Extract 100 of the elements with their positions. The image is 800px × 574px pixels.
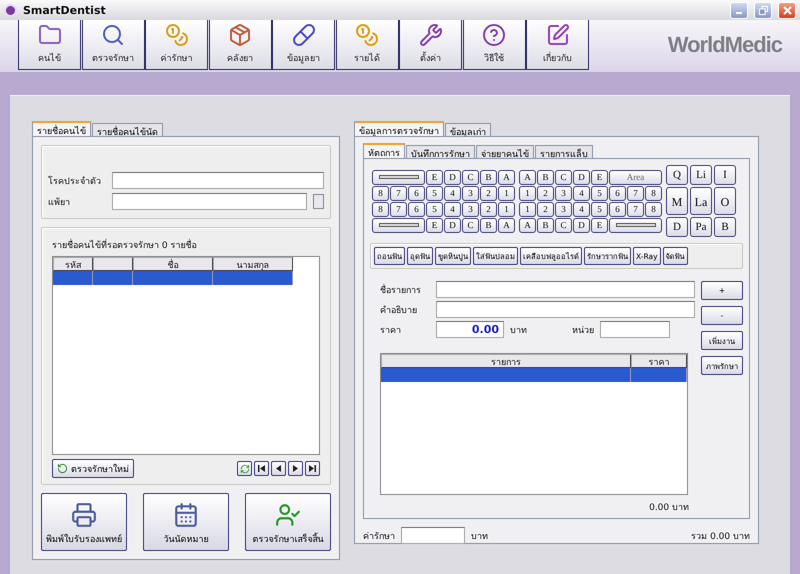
column-header[interactable]: รหัส xyxy=(53,257,93,271)
tooth-key[interactable]: 2 xyxy=(537,202,554,216)
tooth-key[interactable]: 1 xyxy=(498,202,515,216)
refresh-button[interactable] xyxy=(237,461,252,476)
tooth-key[interactable]: 7 xyxy=(627,202,644,216)
input-field[interactable] xyxy=(112,172,324,189)
input-field[interactable] xyxy=(600,321,670,338)
tooth-bar-key[interactable] xyxy=(609,218,662,232)
tooth-key[interactable]: 6 xyxy=(408,202,425,216)
tooth-key[interactable]: 3 xyxy=(555,202,572,216)
toolbar-button[interactable]: ค่ารักษา xyxy=(145,20,208,70)
price-field[interactable]: 0.00 xyxy=(436,321,504,338)
tooth-key[interactable]: 3 xyxy=(555,186,572,200)
tooth-key[interactable]: 6 xyxy=(609,202,626,216)
tooth-key[interactable]: C xyxy=(555,170,572,184)
tooth-key[interactable]: 8 xyxy=(372,186,389,200)
spin-button[interactable] xyxy=(313,194,324,209)
surface-key[interactable]: O xyxy=(714,187,736,215)
tooth-key[interactable]: B xyxy=(480,170,497,184)
tab[interactable]: รายการแล็บ xyxy=(535,145,593,158)
tooth-key[interactable]: C xyxy=(462,170,479,184)
tooth-key[interactable]: 7 xyxy=(627,186,644,200)
tooth-key[interactable]: 6 xyxy=(408,186,425,200)
tooth-key[interactable]: D xyxy=(444,170,461,184)
fee-field[interactable] xyxy=(401,527,465,544)
tooth-key[interactable]: 4 xyxy=(573,202,590,216)
surface-key[interactable]: B xyxy=(714,217,736,237)
tab[interactable]: รายชื่อคนไข้ xyxy=(32,121,91,136)
surface-key[interactable]: Q xyxy=(666,165,688,185)
surface-key[interactable]: M xyxy=(666,187,688,215)
tooth-key[interactable]: B xyxy=(537,218,554,232)
tooth-key[interactable]: B xyxy=(537,170,554,184)
action-button[interactable]: วันนัดหมาย xyxy=(143,493,229,551)
tooth-key[interactable]: E xyxy=(591,170,608,184)
tooth-key[interactable]: 6 xyxy=(609,186,626,200)
tooth-key[interactable]: D xyxy=(444,218,461,232)
tab[interactable]: รายชื่อคนไข้นัด xyxy=(92,123,163,136)
column-header[interactable] xyxy=(93,257,133,271)
tooth-key[interactable]: 4 xyxy=(573,186,590,200)
tooth-key[interactable]: 1 xyxy=(519,186,536,200)
tooth-key[interactable]: A xyxy=(519,218,536,232)
surface-key[interactable]: I xyxy=(714,165,736,185)
tooth-key[interactable]: A xyxy=(498,170,515,184)
toolbar-button[interactable]: ตรวจรักษา xyxy=(82,20,144,70)
tooth-key[interactable]: 5 xyxy=(591,186,608,200)
area-key[interactable]: Area xyxy=(609,170,662,184)
column-header[interactable]: รายการ xyxy=(381,354,631,368)
tooth-key[interactable]: 1 xyxy=(519,202,536,216)
tooth-key[interactable]: 1 xyxy=(498,186,515,200)
tooth-key[interactable]: E xyxy=(426,218,443,232)
tooth-key[interactable]: 8 xyxy=(645,186,662,200)
last-page-button[interactable] xyxy=(305,461,320,476)
tab[interactable]: หัตถการ xyxy=(363,143,405,158)
tooth-key[interactable]: C xyxy=(462,218,479,232)
tooth-key[interactable]: 8 xyxy=(645,202,662,216)
minimize-button[interactable] xyxy=(730,2,748,18)
new-exam-button[interactable]: ตรวจรักษาใหม่ xyxy=(52,459,134,478)
toolbar-button[interactable]: คลังยา xyxy=(208,20,272,70)
surface-key[interactable]: D xyxy=(666,217,688,237)
surface-key[interactable]: La xyxy=(690,187,712,215)
surface-key[interactable]: Li xyxy=(690,165,712,185)
tooth-key[interactable]: 5 xyxy=(426,202,443,216)
toolbar-button[interactable]: เกี่ยวกับ xyxy=(526,20,589,70)
tooth-bar-key[interactable] xyxy=(372,170,425,184)
input-field[interactable] xyxy=(436,281,695,298)
toolbar-button[interactable]: รายได้ xyxy=(336,20,398,70)
tooth-key[interactable]: A xyxy=(498,218,515,232)
tooth-key[interactable]: 4 xyxy=(444,186,461,200)
tooth-key[interactable]: 7 xyxy=(390,202,407,216)
input-field[interactable] xyxy=(436,301,695,318)
prev-page-button[interactable] xyxy=(271,461,286,476)
toolbar-button[interactable]: คนไข้ xyxy=(18,20,81,70)
toolbar-button[interactable]: ข้อมูลยา xyxy=(272,20,335,70)
first-page-button[interactable] xyxy=(254,461,269,476)
tooth-key[interactable]: 2 xyxy=(480,202,497,216)
tooth-key[interactable]: D xyxy=(573,218,590,232)
tooth-key[interactable]: 2 xyxy=(480,186,497,200)
tooth-key[interactable]: 5 xyxy=(591,202,608,216)
column-header[interactable]: ราคา xyxy=(631,354,687,368)
tooth-key[interactable]: 3 xyxy=(462,202,479,216)
tooth-key[interactable]: C xyxy=(555,218,572,232)
close-button[interactable] xyxy=(778,2,796,18)
restore-button[interactable] xyxy=(754,2,772,18)
tooth-key[interactable]: E xyxy=(426,170,443,184)
tooth-key[interactable]: D xyxy=(573,170,590,184)
tooth-key[interactable]: 3 xyxy=(462,186,479,200)
tooth-key[interactable]: B xyxy=(480,218,497,232)
tooth-key[interactable]: E xyxy=(591,218,608,232)
toolbar-button[interactable]: วิธีใช้ xyxy=(462,20,526,70)
toolbar-button[interactable]: ตั้งค่า xyxy=(399,20,462,70)
tab[interactable]: ข้อมูลการตรวจรักษา xyxy=(354,121,444,136)
tooth-key[interactable]: 5 xyxy=(426,186,443,200)
tooth-key[interactable]: A xyxy=(519,170,536,184)
next-page-button[interactable] xyxy=(288,461,303,476)
tooth-key[interactable]: 2 xyxy=(537,186,554,200)
tab[interactable]: ข้อมูลเก่า xyxy=(445,123,491,136)
tooth-key[interactable]: 4 xyxy=(444,202,461,216)
tooth-bar-key[interactable] xyxy=(372,218,425,232)
tooth-key[interactable]: 8 xyxy=(372,202,389,216)
action-button[interactable]: ตรวจรักษาเสร็จสิ้น xyxy=(245,493,331,551)
